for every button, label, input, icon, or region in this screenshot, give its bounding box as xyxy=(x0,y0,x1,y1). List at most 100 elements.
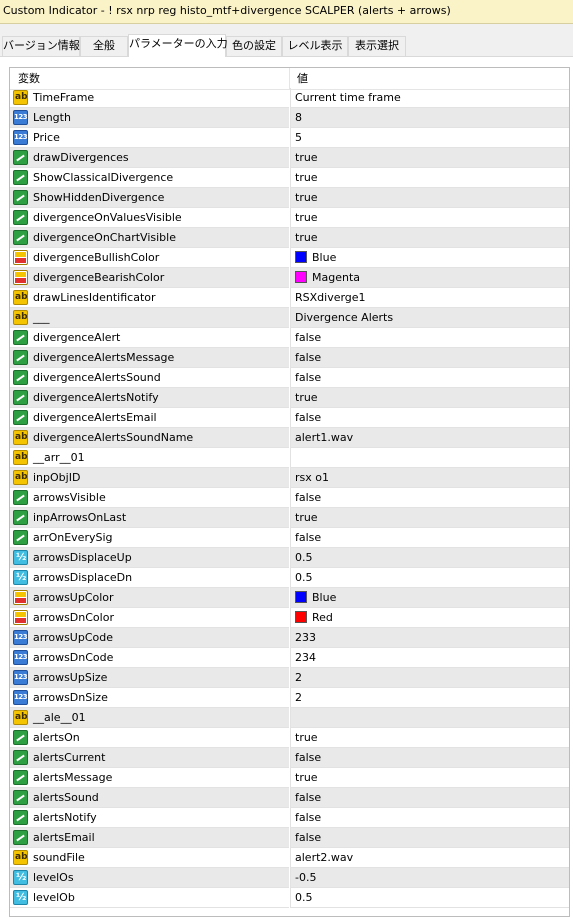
parameter-value-cell[interactable]: Red xyxy=(290,608,569,628)
parameter-name-cell[interactable]: arrOnEverySig xyxy=(10,528,289,548)
parameter-name-cell[interactable]: ShowHiddenDivergence xyxy=(10,188,289,208)
parameter-row[interactable]: soundFile alert2.wav xyxy=(10,848,569,868)
parameter-value-cell[interactable]: false xyxy=(290,488,569,508)
parameter-name-cell[interactable]: arrowsDnColor xyxy=(10,608,289,628)
parameter-name-cell[interactable]: ___ xyxy=(10,308,289,328)
parameter-name-cell[interactable]: alertsMessage xyxy=(10,768,289,788)
parameter-name-cell[interactable]: __ale__01 xyxy=(10,708,289,728)
parameter-value-cell[interactable]: 233 xyxy=(290,628,569,648)
parameter-row[interactable]: arrowsVisible false xyxy=(10,488,569,508)
parameter-row[interactable]: ShowClassicalDivergence true xyxy=(10,168,569,188)
parameter-row[interactable]: alertsEmail false xyxy=(10,828,569,848)
parameter-value-cell[interactable]: false xyxy=(290,788,569,808)
parameter-row[interactable]: alertsMessage true xyxy=(10,768,569,788)
tab-general[interactable]: 全般 xyxy=(80,36,128,56)
parameter-name-cell[interactable]: alertsSound xyxy=(10,788,289,808)
parameter-name-cell[interactable]: divergenceAlertsMessage xyxy=(10,348,289,368)
parameter-value-cell[interactable]: true xyxy=(290,228,569,248)
parameter-value-cell[interactable]: Magenta xyxy=(290,268,569,288)
parameter-value-cell[interactable]: 2 xyxy=(290,688,569,708)
parameter-name-cell[interactable]: inpObjID xyxy=(10,468,289,488)
parameter-name-cell[interactable]: Price xyxy=(10,128,289,148)
parameter-row[interactable]: arrowsDisplaceDn 0.5 xyxy=(10,568,569,588)
parameter-row[interactable]: alertsCurrent false xyxy=(10,748,569,768)
parameter-row[interactable]: TimeFrame Current time frame xyxy=(10,88,569,108)
parameter-value-cell[interactable]: false xyxy=(290,828,569,848)
parameter-value-cell[interactable]: true xyxy=(290,728,569,748)
parameter-row[interactable]: alertsOn true xyxy=(10,728,569,748)
parameter-value-cell[interactable]: RSXdiverge1 xyxy=(290,288,569,308)
parameter-row[interactable]: alertsSound false xyxy=(10,788,569,808)
parameter-row[interactable]: levelOb 0.5 xyxy=(10,888,569,908)
parameter-row[interactable]: arrowsDnColor Red xyxy=(10,608,569,628)
tab-colors[interactable]: 色の設定 xyxy=(226,36,282,56)
parameter-value-cell[interactable]: false xyxy=(290,328,569,348)
parameter-row[interactable]: divergenceAlertsEmail false xyxy=(10,408,569,428)
parameter-value-cell[interactable]: -0.5 xyxy=(290,868,569,888)
parameter-value-cell[interactable]: alert1.wav xyxy=(290,428,569,448)
parameter-value-cell[interactable]: 8 xyxy=(290,108,569,128)
parameter-row[interactable]: __arr__01 xyxy=(10,448,569,468)
parameter-row[interactable]: ___ Divergence Alerts xyxy=(10,308,569,328)
parameter-row[interactable]: arrOnEverySig false xyxy=(10,528,569,548)
parameter-name-cell[interactable]: divergenceBearishColor xyxy=(10,268,289,288)
parameter-name-cell[interactable]: arrowsDisplaceUp xyxy=(10,548,289,568)
parameter-value-cell[interactable]: true xyxy=(290,388,569,408)
parameter-value-cell[interactable]: 0.5 xyxy=(290,548,569,568)
parameter-name-cell[interactable]: levelOs xyxy=(10,868,289,888)
parameter-name-cell[interactable]: divergenceAlertsSoundName xyxy=(10,428,289,448)
parameter-name-cell[interactable]: arrowsDisplaceDn xyxy=(10,568,289,588)
parameter-value-cell[interactable]: true xyxy=(290,508,569,528)
parameter-name-cell[interactable]: divergenceAlertsEmail xyxy=(10,408,289,428)
parameter-row[interactable]: arrowsUpCode 233 xyxy=(10,628,569,648)
parameter-row[interactable]: inpObjID rsx o1 xyxy=(10,468,569,488)
parameter-name-cell[interactable]: arrowsUpSize xyxy=(10,668,289,688)
parameter-name-cell[interactable]: soundFile xyxy=(10,848,289,868)
parameter-value-cell[interactable]: true xyxy=(290,768,569,788)
parameter-name-cell[interactable]: Length xyxy=(10,108,289,128)
column-header-value[interactable]: 値 xyxy=(297,68,308,89)
parameter-row[interactable]: drawLinesIdentificator RSXdiverge1 xyxy=(10,288,569,308)
parameter-value-cell[interactable] xyxy=(290,708,569,728)
parameter-value-cell[interactable]: true xyxy=(290,208,569,228)
column-header-variable[interactable]: 変数 xyxy=(18,68,40,89)
parameter-row[interactable]: divergenceAlert false xyxy=(10,328,569,348)
parameter-value-cell[interactable]: 2 xyxy=(290,668,569,688)
parameter-row[interactable]: divergenceAlertsSoundName alert1.wav xyxy=(10,428,569,448)
parameter-value-cell[interactable]: alert2.wav xyxy=(290,848,569,868)
parameter-value-cell[interactable]: true xyxy=(290,148,569,168)
parameter-row[interactable]: drawDivergences true xyxy=(10,148,569,168)
parameter-name-cell[interactable]: alertsCurrent xyxy=(10,748,289,768)
parameter-row[interactable]: divergenceOnChartVisible true xyxy=(10,228,569,248)
parameter-name-cell[interactable]: inpArrowsOnLast xyxy=(10,508,289,528)
parameter-row[interactable]: arrowsUpSize 2 xyxy=(10,668,569,688)
parameter-name-cell[interactable]: drawDivergences xyxy=(10,148,289,168)
parameter-value-cell[interactable]: 0.5 xyxy=(290,568,569,588)
parameter-row[interactable]: divergenceAlertsMessage false xyxy=(10,348,569,368)
parameter-name-cell[interactable]: __arr__01 xyxy=(10,448,289,468)
parameter-row[interactable]: divergenceBullishColor Blue xyxy=(10,248,569,268)
parameter-name-cell[interactable]: arrowsUpCode xyxy=(10,628,289,648)
parameter-value-cell[interactable]: Blue xyxy=(290,248,569,268)
parameter-name-cell[interactable]: arrowsDnSize xyxy=(10,688,289,708)
parameter-row[interactable]: divergenceAlertsNotify true xyxy=(10,388,569,408)
parameter-name-cell[interactable]: divergenceAlert xyxy=(10,328,289,348)
parameter-value-cell[interactable]: true xyxy=(290,188,569,208)
parameter-name-cell[interactable]: TimeFrame xyxy=(10,88,289,108)
tab-visualization[interactable]: 表示選択 xyxy=(348,36,406,56)
parameter-value-cell[interactable]: Divergence Alerts xyxy=(290,308,569,328)
parameter-value-cell[interactable]: Current time frame xyxy=(290,88,569,108)
parameter-name-cell[interactable]: divergenceAlertsNotify xyxy=(10,388,289,408)
parameter-name-cell[interactable]: alertsEmail xyxy=(10,828,289,848)
parameter-row[interactable]: levelOs -0.5 xyxy=(10,868,569,888)
parameter-name-cell[interactable]: drawLinesIdentificator xyxy=(10,288,289,308)
parameter-value-cell[interactable] xyxy=(290,448,569,468)
parameter-row[interactable]: divergenceOnValuesVisible true xyxy=(10,208,569,228)
parameter-row[interactable]: inpArrowsOnLast true xyxy=(10,508,569,528)
tab-input-parameters[interactable]: パラメーターの入力 xyxy=(128,34,228,57)
parameter-row[interactable]: ShowHiddenDivergence true xyxy=(10,188,569,208)
parameter-value-cell[interactable]: false xyxy=(290,808,569,828)
tab-levels[interactable]: レベル表示 xyxy=(282,36,348,56)
parameter-row[interactable]: divergenceBearishColor Magenta xyxy=(10,268,569,288)
parameter-name-cell[interactable]: arrowsDnCode xyxy=(10,648,289,668)
